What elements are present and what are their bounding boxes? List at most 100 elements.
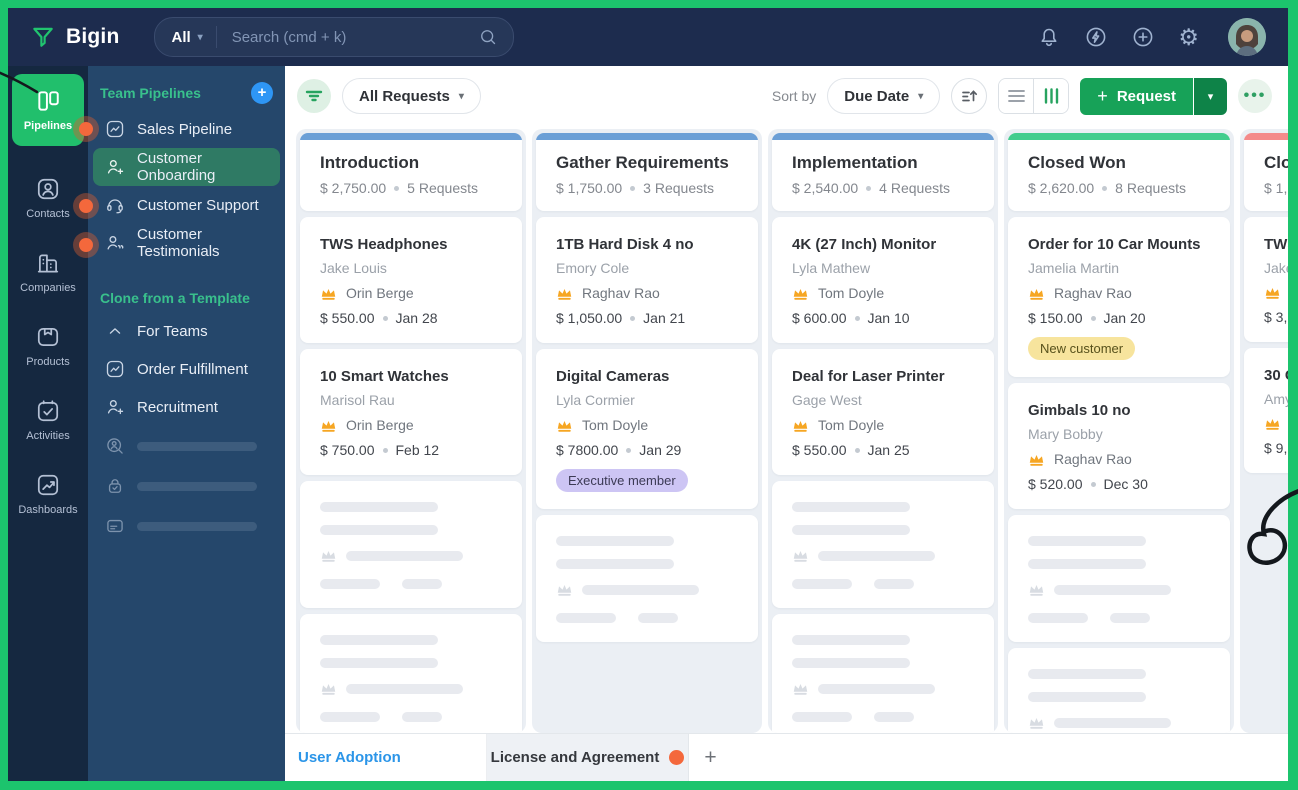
pipeline-item-customer-testimonials[interactable]: Customer Testimonials	[93, 224, 280, 262]
stage-column-gather-requirements: Gather Requirements $ 1,750.00 3 Request…	[532, 129, 762, 733]
stage-stats: $ 2,540.00 4 Requests	[792, 180, 994, 196]
owner-crown-icon	[1264, 416, 1281, 431]
add-request-dropdown[interactable]: ▾	[1194, 77, 1227, 115]
deal-card[interactable]: Gimbals 10 no Mary Bobby Raghav Rao $ 52…	[1008, 383, 1230, 509]
add-tab-button[interactable]: +	[689, 734, 732, 781]
chevron-down-icon: ▾	[918, 90, 924, 102]
request-view-value: All Requests	[359, 87, 450, 105]
request-view-dropdown[interactable]: All Requests ▾	[342, 78, 481, 114]
dashboards-chart-icon	[35, 472, 61, 498]
clone-item-order-fulfillment[interactable]: Order Fulfillment	[93, 350, 280, 388]
sidebar-item-products[interactable]: Products	[26, 324, 70, 368]
owner-crown-icon	[556, 418, 573, 433]
skeleton-card	[772, 614, 994, 733]
sort-field-value: Due Date	[844, 87, 910, 105]
column-header[interactable]: Clo $ 1,6	[1244, 133, 1288, 211]
deal-card[interactable]: Deal for Laser Printer Gage West Tom Doy…	[772, 349, 994, 475]
clone-item-recruitment[interactable]: Recruitment	[93, 388, 280, 426]
deal-card[interactable]: 1TB Hard Disk 4 no Emory Cole Raghav Rao…	[536, 217, 758, 343]
dot-separator	[630, 315, 636, 321]
sidebar-item-pipelines[interactable]: Pipelines	[12, 74, 84, 146]
deal-owner: Orin Berge	[346, 285, 414, 301]
skeleton-bar	[137, 441, 257, 451]
panel-skeleton-row	[93, 466, 280, 506]
column-header[interactable]: Introduction $ 2,750.00 5 Requests	[300, 133, 522, 211]
quick-add-plus-icon[interactable]	[1131, 25, 1155, 49]
skeleton-bar	[792, 712, 852, 722]
deal-amount: $ 9,	[1264, 440, 1288, 456]
click-marker	[79, 238, 93, 252]
owner-crown-icon	[320, 418, 337, 433]
deal-card[interactable]: Digital Cameras Lyla Cormier Tom Doyle $…	[536, 349, 758, 509]
kanban-view-button[interactable]	[1034, 79, 1069, 113]
search-input[interactable]	[216, 28, 478, 46]
clone-item-label: For Teams	[137, 322, 208, 340]
owner-crown-icon	[1028, 286, 1045, 301]
deal-card[interactable]: 4K (27 Inch) Monitor Lyla Mathew Tom Doy…	[772, 217, 994, 343]
skeleton-bar	[402, 712, 442, 722]
skeleton-bar	[556, 613, 616, 623]
deal-amount: $ 600.00	[792, 310, 847, 326]
column-header[interactable]: Closed Won $ 2,620.00 8 Requests	[1008, 133, 1230, 211]
stage-column-closed-partial: Clo $ 1,6 TWS Jake $ 3, 30 C Amy	[1240, 129, 1288, 733]
panel-skeleton-row	[93, 506, 280, 546]
activities-check-icon	[35, 398, 61, 424]
pipeline-item-customer-support[interactable]: Customer Support	[93, 186, 280, 224]
stage-amount: $ 1,6	[1264, 180, 1288, 196]
tab-user-adoption[interactable]: User Adoption	[285, 734, 487, 781]
settings-gear-icon[interactable]: ⚙	[1178, 25, 1199, 49]
skeleton-bar	[638, 613, 678, 623]
owner-crown-icon	[556, 286, 573, 301]
deal-card[interactable]: TWS Headphones Jake Louis Orin Berge $ 5…	[300, 217, 522, 343]
user-avatar[interactable]	[1228, 18, 1266, 56]
owner-crown-icon	[792, 681, 809, 696]
dot-separator	[382, 315, 388, 321]
deal-amount: $ 3,	[1264, 309, 1288, 325]
owner-crown-icon	[1028, 582, 1045, 597]
skeleton-card	[300, 614, 522, 733]
sidebar-item-dashboards[interactable]: Dashboards	[18, 472, 78, 516]
filter-button[interactable]	[297, 79, 331, 113]
sort-ascending-icon	[962, 90, 978, 102]
sort-field-dropdown[interactable]: Due Date ▾	[827, 78, 941, 114]
deal-amount: $ 150.00	[1028, 310, 1083, 326]
top-navbar: Bigin All ▾ ⚙	[8, 8, 1288, 66]
rail-item-label: Products	[26, 356, 70, 368]
skeleton-bar	[818, 683, 935, 694]
add-request-button[interactable]: + Request	[1080, 77, 1193, 115]
list-view-button[interactable]	[999, 79, 1034, 113]
deal-amount: $ 7800.00	[556, 442, 619, 458]
deal-owner: Tom Doyle	[818, 285, 885, 301]
sidebar-item-companies[interactable]: Companies	[20, 250, 76, 294]
deal-contact: Jake Louis	[320, 260, 387, 276]
deal-card[interactable]: Order for 10 Car Mounts Jamelia Martin R…	[1008, 217, 1230, 377]
stage-count: 3 Requests	[643, 180, 714, 196]
column-header[interactable]: Implementation $ 2,540.00 4 Requests	[772, 133, 994, 211]
tab-license-and-agreement[interactable]: License and Agreement	[487, 734, 689, 781]
more-options-button[interactable]: •••	[1238, 79, 1272, 113]
column-header[interactable]: Gather Requirements $ 1,750.00 3 Request…	[536, 133, 758, 211]
clone-item-for-teams[interactable]: For Teams	[93, 312, 280, 350]
trend-chart-icon	[105, 119, 125, 139]
deal-card[interactable]: TWS Jake $ 3,	[1244, 217, 1288, 342]
sort-direction-button[interactable]	[951, 78, 988, 114]
bigin-logo[interactable]: Bigin	[30, 24, 120, 50]
stage-accent-strip	[536, 133, 758, 140]
pipeline-item-customer-onboarding[interactable]: Customer Onboarding	[93, 148, 280, 186]
deal-due-date: Jan 29	[639, 442, 682, 458]
pipeline-item-sales[interactable]: Sales Pipeline	[93, 110, 280, 148]
add-pipeline-button[interactable]: +	[251, 82, 273, 104]
contacts-person-icon	[35, 176, 61, 202]
deal-card[interactable]: 10 Smart Watches Marisol Rau Orin Berge …	[300, 349, 522, 475]
list-view-icon	[1007, 90, 1025, 102]
search-scope-dropdown[interactable]: All ▾	[155, 29, 216, 46]
tag-pill[interactable]: Executive member	[556, 469, 688, 492]
notifications-bell-icon[interactable]	[1037, 25, 1061, 49]
sidebar-item-contacts[interactable]: Contacts	[26, 176, 70, 220]
boost-lightning-icon[interactable]	[1084, 25, 1108, 49]
tag-pill[interactable]: New customer	[1028, 337, 1136, 360]
main-content: All Requests ▾ Sort by Due Date ▾ + Requ…	[285, 66, 1288, 781]
sidebar-item-activities[interactable]: Activities	[26, 398, 70, 442]
deal-title: TWS Headphones	[320, 236, 448, 253]
deal-card[interactable]: 30 C Amy $ 9,	[1244, 348, 1288, 473]
